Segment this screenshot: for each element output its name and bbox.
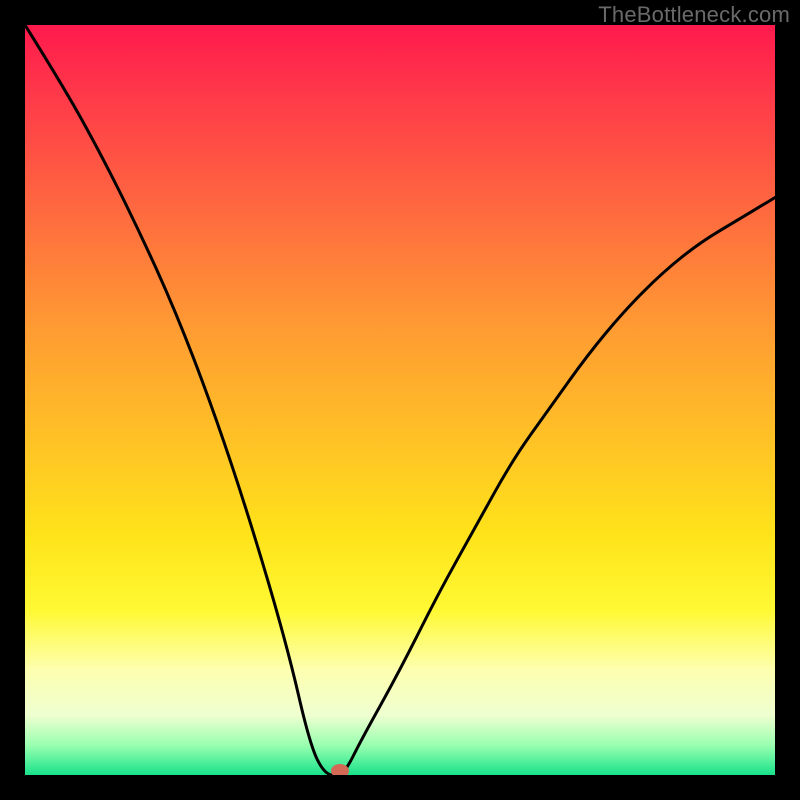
- plot-area: [25, 25, 775, 775]
- watermark-text: TheBottleneck.com: [598, 2, 790, 28]
- bottleneck-curve: [25, 25, 775, 775]
- chart-frame: TheBottleneck.com: [0, 0, 800, 800]
- curve-path: [25, 25, 775, 775]
